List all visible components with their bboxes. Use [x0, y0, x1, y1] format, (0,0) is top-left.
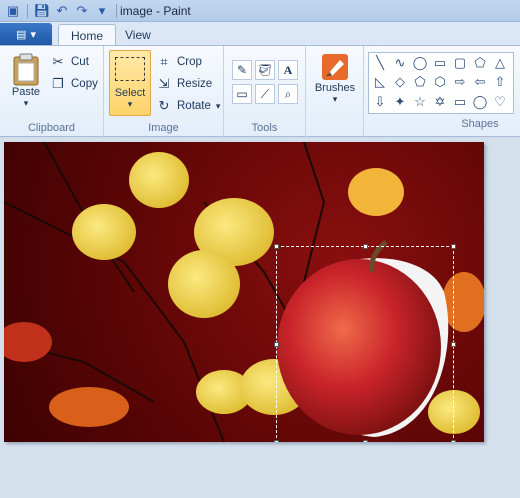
quick-access-toolbar: ▣ 💾︎ ↶ ↷ ▾ [4, 2, 120, 20]
chevron-down-icon: ▾ [215, 100, 221, 111]
title-bar: ▣ 💾︎ ↶ ↷ ▾ image - Paint [0, 0, 520, 22]
resize-label: Resize [177, 78, 213, 90]
resize-button[interactable]: ⇲ Resize [156, 76, 213, 92]
cut-button[interactable]: ✂ Cut [50, 54, 89, 70]
crop-label: Crop [177, 56, 202, 68]
brushes-button[interactable]: Brushes ▾ [312, 52, 358, 105]
leaf [129, 152, 189, 208]
hexagon-shape-icon[interactable]: ⬡ [431, 73, 449, 91]
leaf [348, 168, 404, 216]
canvas-workspace [0, 138, 520, 498]
text-tool-icon[interactable]: A [278, 60, 298, 80]
save-icon[interactable]: 💾︎ [33, 2, 51, 20]
fill-bucket-icon[interactable]: 🪣︎ [255, 60, 275, 80]
cut-label: Cut [71, 56, 89, 68]
down-arrow-shape-icon[interactable]: ⇩ [371, 93, 389, 111]
resize-handle[interactable] [363, 244, 368, 249]
clipboard-group: Paste ▾ ✂ Cut ❐ Copy Clipboard [0, 46, 104, 138]
curve-shape-icon[interactable]: ∿ [391, 54, 409, 72]
right-triangle-shape-icon[interactable]: ◺ [371, 73, 389, 91]
leaf [4, 322, 52, 362]
rounded-rectangle-shape-icon[interactable]: ▢ [451, 54, 469, 72]
crop-button[interactable]: ⌗ Crop [156, 54, 202, 70]
shapes-group-label: Shapes [461, 118, 499, 130]
line-shape-icon[interactable]: ╲ [371, 54, 389, 72]
paste-label: Paste [11, 86, 41, 98]
paste-button[interactable]: Paste ▾ [6, 52, 46, 109]
chevron-down-icon: ▾ [332, 94, 338, 104]
copy-icon: ❐ [52, 76, 64, 91]
divider [27, 4, 28, 18]
tools-group: ✎ 🪣︎ A ▭ ⟋ ⌕ Tools [224, 46, 306, 138]
color-picker-icon[interactable]: ⟋ [255, 84, 275, 104]
right-arrow-shape-icon[interactable]: ⇨ [451, 73, 469, 91]
diamond-shape-icon[interactable]: ◇ [391, 73, 409, 91]
resize-handle[interactable] [363, 440, 368, 442]
brushes-group: Brushes ▾ [306, 46, 364, 138]
ribbon: Paste ▾ ✂ Cut ❐ Copy Clipboard Select ▾ … [0, 45, 520, 138]
tab-view[interactable]: View [113, 24, 163, 46]
oval-shape-icon[interactable]: ◯ [411, 54, 429, 72]
window-title: image - Paint [120, 4, 191, 18]
shapes-gallery[interactable]: ╲ ∿ ◯ ▭ ▢ ⬠ △ ◺ ◇ ⬠ ⬡ ⇨ ⇦ ⇧ ⇩ ✦ ☆ ✡ ▭ ◯ … [368, 52, 514, 114]
rotate-label: Rotate [177, 100, 211, 112]
rotate-button[interactable]: ↻ Rotate ▾ [156, 98, 221, 114]
copy-button[interactable]: ❐ Copy [50, 76, 98, 92]
brush-icon [322, 54, 348, 80]
callout-oval-shape-icon[interactable]: ◯ [471, 93, 489, 111]
selection-rectangle[interactable] [274, 244, 456, 442]
pentagon-shape-icon[interactable]: ⬠ [411, 73, 429, 91]
clipboard-group-label: Clipboard [27, 122, 76, 134]
select-label: Select [114, 87, 146, 99]
callout-rectangle-shape-icon[interactable]: ▭ [451, 93, 469, 111]
leaf [72, 204, 136, 260]
left-arrow-shape-icon[interactable]: ⇦ [471, 73, 489, 91]
image-group-label: Image [148, 122, 179, 134]
select-rectangle-icon [115, 57, 145, 81]
image-group: Select ▾ ⌗ Crop ⇲ Resize ↻ Rotate ▾ Imag… [104, 46, 224, 138]
image-canvas[interactable] [4, 142, 484, 442]
rotate-icon: ↻ [158, 98, 170, 113]
copy-label: Copy [71, 78, 98, 90]
heart-shape-icon[interactable]: ♡ [491, 93, 509, 111]
resize-icon: ⇲ [158, 76, 170, 91]
brushes-label: Brushes [314, 82, 356, 94]
leaf [49, 387, 129, 427]
resize-handle[interactable] [451, 244, 456, 249]
paint-app-icon[interactable]: ▣ [4, 2, 22, 20]
chevron-down-icon: ▾ [23, 98, 29, 108]
customize-toolbar-icon[interactable]: ▾ [93, 2, 111, 20]
tools-group-label: Tools [251, 122, 278, 134]
magnifier-icon[interactable]: ⌕ [278, 84, 298, 104]
four-point-star-shape-icon[interactable]: ✦ [391, 93, 409, 111]
scissors-icon: ✂ [52, 54, 64, 69]
rectangle-shape-icon[interactable]: ▭ [431, 54, 449, 72]
ribbon-tabs: ▤ ▾ Home View [0, 22, 520, 46]
chevron-down-icon: ▾ [127, 99, 133, 109]
resize-handle[interactable] [451, 440, 456, 442]
select-button[interactable]: Select ▾ [109, 50, 151, 116]
crop-icon: ⌗ [160, 54, 168, 69]
clipboard-icon [13, 53, 39, 86]
resize-handle[interactable] [274, 440, 279, 442]
file-menu-icon: ▤ [16, 28, 27, 41]
eraser-icon[interactable]: ▭ [232, 84, 252, 104]
undo-icon[interactable]: ↶ [53, 2, 71, 20]
polygon-shape-icon[interactable]: ⬠ [471, 54, 489, 72]
chevron-down-icon: ▾ [30, 28, 36, 41]
resize-handle[interactable] [274, 342, 279, 347]
five-point-star-shape-icon[interactable]: ☆ [411, 93, 429, 111]
six-point-star-shape-icon[interactable]: ✡ [431, 93, 449, 111]
triangle-shape-icon[interactable]: △ [491, 54, 509, 72]
file-menu-button[interactable]: ▤ ▾ [0, 23, 52, 45]
tab-home[interactable]: Home [58, 24, 117, 46]
resize-handle[interactable] [451, 342, 456, 347]
redo-icon[interactable]: ↷ [73, 2, 91, 20]
resize-handle[interactable] [274, 244, 279, 249]
up-arrow-shape-icon[interactable]: ⇧ [491, 73, 509, 91]
divider [116, 4, 117, 18]
leaf [168, 250, 240, 318]
pencil-icon[interactable]: ✎ [232, 60, 252, 80]
